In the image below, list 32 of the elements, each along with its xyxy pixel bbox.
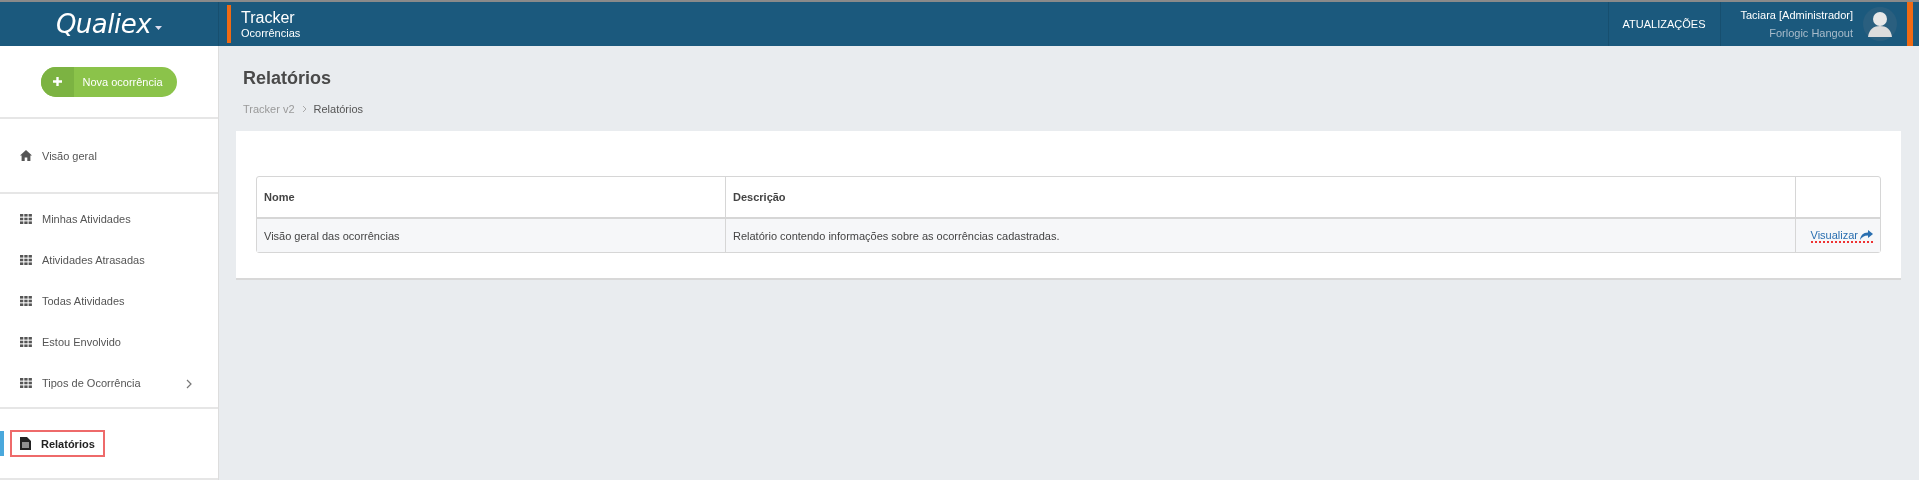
- sidebar-item[interactable]: Tipos de Ocorrência: [10, 369, 151, 396]
- plus-icon: [53, 77, 63, 86]
- table-cell: Relatório contendo informações sobre as ocorrências cadastradas.: [726, 219, 1796, 252]
- table-cell: Visão geral das ocorrências: [257, 219, 726, 252]
- user-subtitle: Forlogic Hangout: [1769, 27, 1853, 39]
- grid-icon: [20, 377, 32, 388]
- document-icon: [20, 437, 31, 450]
- sidebar-item[interactable]: Atividades Atrasadas: [10, 246, 155, 273]
- accent-bar: [1907, 2, 1913, 46]
- accent-bar: [227, 5, 231, 43]
- caret-icon[interactable]: [155, 26, 163, 30]
- sidebar-item[interactable]: Estou Envolvido: [10, 328, 131, 355]
- avatar-icon[interactable]: [1863, 7, 1897, 41]
- grid-icon: [20, 213, 32, 224]
- sidebar-item[interactable]: Minhas Atividades: [10, 205, 141, 232]
- grid-icon: [20, 254, 32, 265]
- updates-link[interactable]: ATUALIZAÇÕES: [1607, 2, 1721, 46]
- grid-icon: [20, 336, 32, 347]
- app-subtitle: Ocorrências: [241, 27, 301, 39]
- user-name[interactable]: Taciara [Administrador]: [1740, 9, 1853, 21]
- home-icon: [20, 150, 32, 161]
- chevron-right-icon[interactable]: [186, 379, 192, 389]
- app-title: Tracker: [241, 9, 296, 27]
- share-arrow-icon: [1860, 229, 1873, 240]
- sidebar-item[interactable]: Relatórios: [10, 430, 105, 457]
- breadcrumb-item[interactable]: Relatórios: [313, 103, 364, 115]
- logo[interactable]: Qualiex: [55, 9, 152, 39]
- chevron-right-icon: [301, 105, 307, 113]
- sidebar-item[interactable]: Visão geral: [10, 142, 107, 169]
- grid-icon: [20, 295, 32, 306]
- page-title: Relatórios: [243, 68, 333, 89]
- sidebar-item[interactable]: Todas Atividades: [10, 287, 135, 314]
